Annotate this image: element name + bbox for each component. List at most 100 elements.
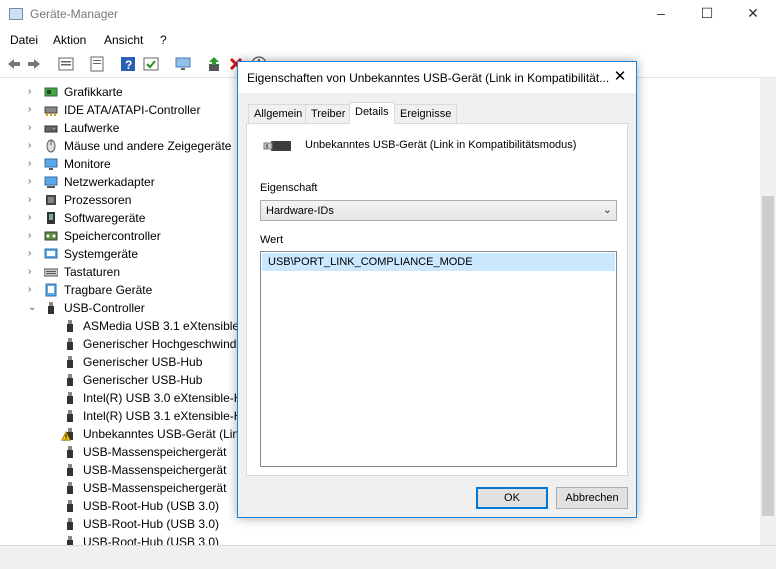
usb-icon (67, 500, 73, 512)
tab-strip: Allgemein Treiber Details Ereignisse (246, 102, 628, 124)
chevron-right-icon[interactable]: › (28, 194, 38, 206)
tree-item-label: USB-Massenspeichergerät (83, 445, 227, 459)
device-name: Unbekanntes USB-Gerät (Link in Kompatibi… (305, 139, 577, 151)
tree-item-label: Netzwerkadapter (64, 175, 155, 189)
warning-icon (61, 431, 71, 441)
chevron-down-icon[interactable]: ⌄ (28, 302, 38, 314)
value-list[interactable]: USB\PORT_LINK_COMPLIANCE_MODE (260, 251, 617, 467)
tree-item-label: Generischer USB-Hub (83, 373, 203, 387)
chevron-right-icon[interactable]: › (28, 122, 38, 134)
monitor-icon (44, 158, 58, 170)
usb-icon (67, 374, 73, 386)
tree-item-label: Speichercontroller (64, 229, 161, 243)
property-select-value: Hardware-IDs (266, 205, 334, 217)
scrollbar-thumb[interactable] (762, 196, 774, 516)
usb-icon (67, 320, 73, 332)
update-driver-icon[interactable] (206, 56, 222, 72)
window-title: Geräte-Manager (30, 7, 119, 21)
tree-item-label: USB-Controller (64, 301, 145, 315)
dialog-close-button[interactable]: ✕ (608, 66, 632, 88)
action-view-icon[interactable] (143, 56, 159, 72)
mouse-icon (46, 139, 56, 153)
processor-icon (46, 195, 56, 205)
value-item[interactable]: USB\PORT_LINK_COMPLIANCE_MODE (262, 253, 615, 271)
tree-item-label: Mäuse und andere Zeigegeräte (64, 139, 232, 153)
tree-item-label: Prozessoren (64, 193, 132, 207)
chevron-right-icon[interactable]: › (28, 86, 38, 98)
status-bar (0, 545, 776, 569)
maximize-button[interactable]: ☐ (684, 0, 730, 29)
details-panel: Unbekanntes USB-Gerät (Link in Kompatibi… (246, 123, 628, 476)
menu-help[interactable]: ? (160, 33, 167, 47)
chevron-right-icon[interactable]: › (28, 104, 38, 116)
software-device-icon (47, 212, 55, 224)
tab-treiber[interactable]: Treiber (305, 104, 352, 123)
usb-device-icon (263, 141, 291, 151)
forward-icon[interactable] (26, 56, 42, 72)
help-icon[interactable]: ? (120, 56, 136, 72)
chevron-right-icon[interactable]: › (28, 140, 38, 152)
tree-item-label: Unbekanntes USB-Gerät (Link (83, 427, 246, 441)
menu-aktion[interactable]: Aktion (53, 33, 86, 47)
chevron-right-icon[interactable]: › (28, 212, 38, 224)
tree-item-label: USB-Massenspeichergerät (83, 481, 227, 495)
tree-item-label: ASMedia USB 3.1 eXtensible-H (83, 319, 252, 333)
property-select[interactable]: Hardware-IDs ⌄ (260, 200, 617, 221)
tree-item-label: Intel(R) USB 3.0 eXtensible-Ho (83, 391, 250, 405)
usb-icon (67, 464, 73, 476)
usb-icon (67, 536, 73, 545)
tab-details[interactable]: Details (349, 102, 395, 124)
tree-item-label: Intel(R) USB 3.1 eXtensible-Ho (83, 409, 250, 423)
usb-icon (67, 356, 73, 368)
usb-icon (67, 392, 73, 404)
tree-item-label: Laufwerke (64, 121, 120, 135)
ide-controller-icon (44, 106, 58, 116)
close-window-button[interactable]: ✕ (730, 0, 776, 29)
ok-button[interactable]: OK (476, 487, 548, 509)
tree-item-label: Tastaturen (64, 265, 121, 279)
usb-icon (48, 302, 54, 314)
menu-bar: Datei Aktion Ansicht ? (0, 29, 776, 51)
network-adapter-icon (44, 176, 58, 188)
chevron-right-icon[interactable]: › (28, 176, 38, 188)
tree-item-label: USB-Root-Hub (USB 3.0) (83, 517, 220, 531)
scan-hardware-icon[interactable] (175, 56, 191, 72)
tree-item-label: USB-Root-Hub (USB 3.0) (83, 535, 220, 545)
chevron-right-icon[interactable]: › (28, 248, 38, 260)
tree-item-label: USB-Root-Hub (USB 3.0) (83, 499, 220, 513)
chevron-right-icon[interactable]: › (28, 230, 38, 242)
tab-allgemein[interactable]: Allgemein (248, 104, 309, 123)
dialog-title: Eigenschaften von Unbekanntes USB-Gerät … (247, 71, 610, 85)
tab-ereignisse[interactable]: Ereignisse (394, 104, 458, 123)
svg-text:?: ? (125, 58, 132, 72)
tree-item-label: Softwaregeräte (64, 211, 146, 225)
chevron-right-icon[interactable]: › (28, 158, 38, 170)
disk-drive-icon (44, 125, 58, 133)
tree-device-item[interactable]: USB-Root-Hub (USB 3.0) (0, 533, 760, 545)
back-icon[interactable] (6, 56, 22, 72)
properties-dialog: Eigenschaften von Unbekanntes USB-Gerät … (237, 61, 637, 518)
tree-item-label: Generischer Hochgeschwindi (83, 337, 240, 351)
chevron-right-icon[interactable]: › (28, 266, 38, 278)
title-bar: Geräte-Manager – ☐ ✕ (0, 0, 776, 29)
dialog-title-bar: Eigenschaften von Unbekanntes USB-Gerät … (238, 62, 636, 93)
usb-icon (67, 446, 73, 458)
chevron-right-icon[interactable]: › (28, 284, 38, 296)
cancel-button[interactable]: Abbrechen (556, 487, 628, 509)
usb-icon (67, 482, 73, 494)
display-adapter-icon (44, 87, 58, 97)
usb-icon (67, 410, 73, 422)
storage-controller-icon (44, 231, 58, 241)
usb-icon (67, 338, 73, 350)
menu-datei[interactable]: Datei (10, 33, 38, 47)
properties-view-icon[interactable] (58, 56, 74, 72)
tree-item-label: Grafikkarte (64, 85, 123, 99)
tree-item-label: IDE ATA/ATAPI-Controller (64, 103, 201, 117)
tree-item-label: Generischer USB-Hub (83, 355, 203, 369)
tree-item-label: Systemgeräte (64, 247, 139, 261)
chevron-down-icon: ⌄ (602, 204, 612, 216)
document-icon[interactable] (89, 56, 105, 72)
menu-ansicht[interactable]: Ansicht (104, 33, 143, 47)
vertical-scrollbar[interactable] (760, 78, 776, 545)
minimize-button[interactable]: – (638, 0, 684, 29)
